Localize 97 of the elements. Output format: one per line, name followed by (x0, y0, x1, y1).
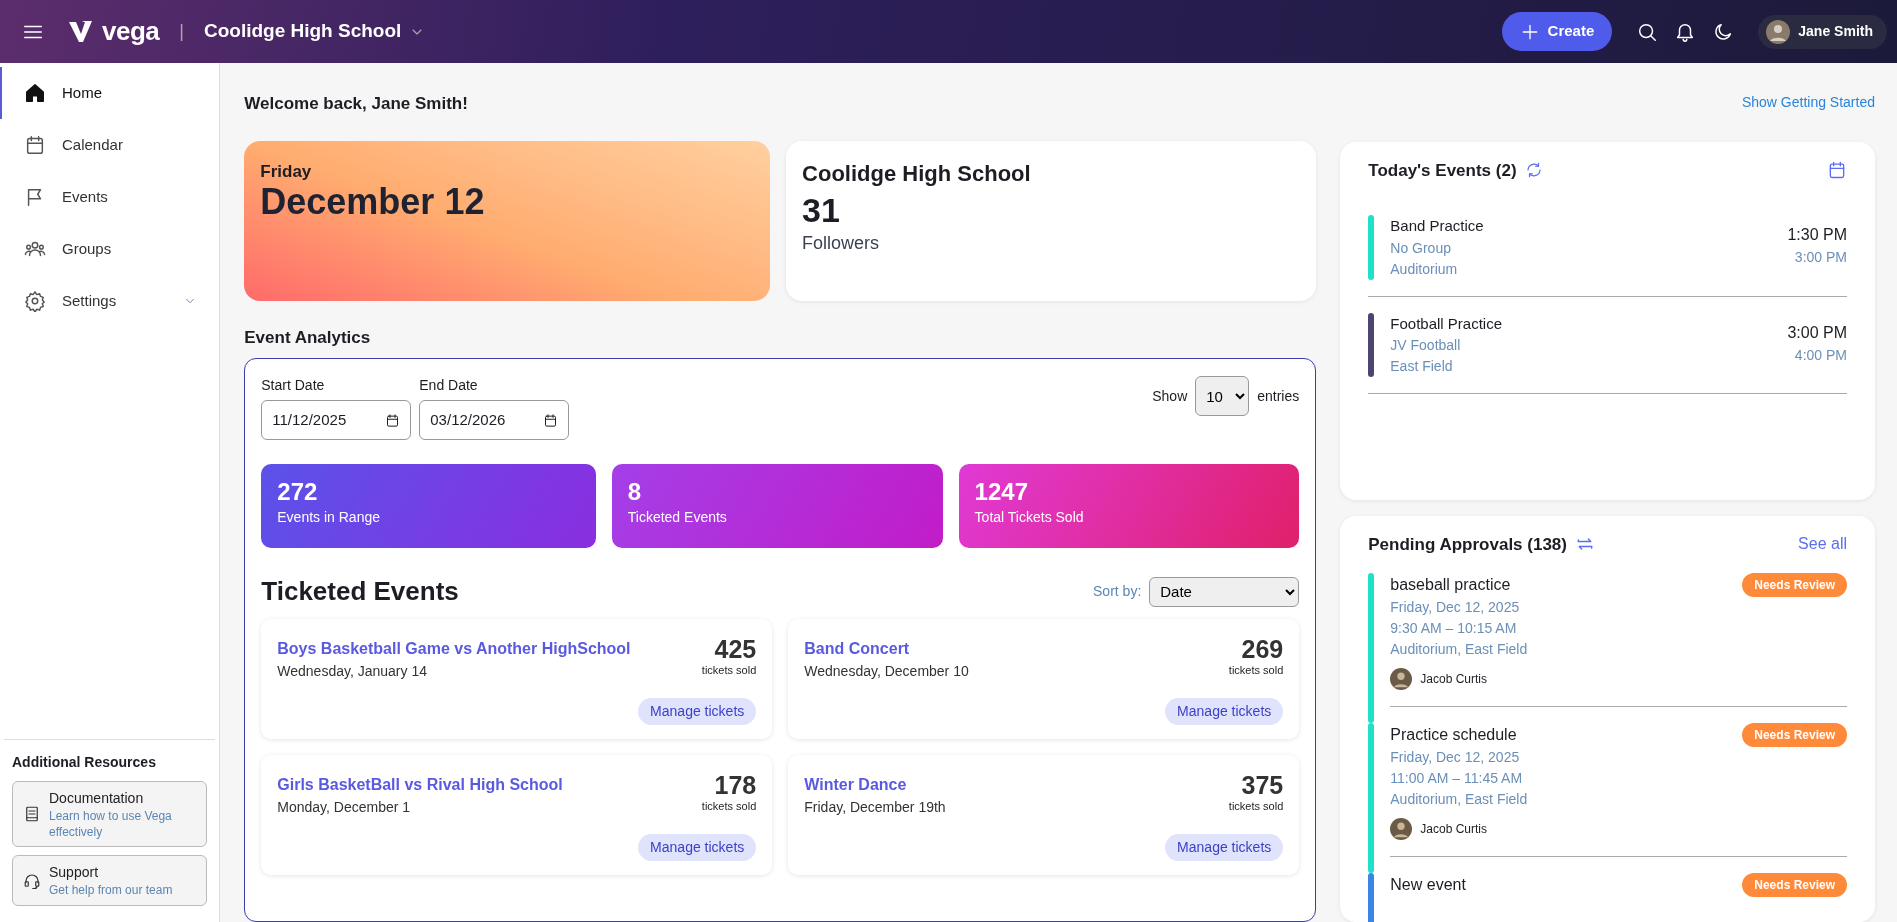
manage-tickets-button[interactable]: Manage tickets (1165, 834, 1284, 861)
approval-date: Friday, Dec 12, 2025 (1390, 598, 1521, 618)
follower-label: Followers (802, 232, 881, 256)
ticket-count: 269 (1240, 637, 1284, 662)
follower-count: 31 (802, 189, 841, 231)
create-button[interactable]: Create (1501, 12, 1613, 51)
sort-label: Sort by: (1093, 582, 1142, 601)
event-location: Auditorium (1390, 259, 1459, 279)
ticket-count: 425 (713, 637, 757, 662)
status-badge: Needs Review (1742, 723, 1847, 748)
event-title-link[interactable]: Band Concert (804, 640, 910, 657)
card-heading: Pending Approvals (138) (1368, 533, 1567, 556)
approval-location: Auditorium, East Field (1390, 790, 1529, 810)
manage-tickets-button[interactable]: Manage tickets (638, 698, 757, 725)
event-date: Monday, December 1 (277, 798, 412, 817)
avatar (1390, 668, 1413, 691)
manage-tickets-button[interactable]: Manage tickets (1165, 698, 1284, 725)
settings-icon (24, 290, 46, 312)
separator: | (179, 20, 184, 43)
event-group: JV Football (1390, 335, 1772, 356)
event-title-link[interactable]: Girls BasketBall vs Rival High School (277, 776, 563, 793)
avatar (1390, 818, 1413, 841)
approval-title: New event (1390, 875, 1467, 896)
event-title: Band Practice (1390, 216, 1485, 236)
event-date: Wednesday, January 14 (277, 662, 428, 681)
approval-time: 11:00 AM – 11:45 AM (1390, 769, 1524, 789)
event-date: Wednesday, December 10 (804, 662, 969, 681)
sidebar-item[interactable]: Home (0, 67, 220, 119)
stat-label: Events in Range (277, 507, 381, 527)
school-switcher[interactable]: Coolidge High School (203, 17, 426, 46)
start-time: 3:00 PM (1787, 322, 1847, 343)
calendar-icon (385, 412, 401, 428)
ticket-count-label: tickets sold (1228, 799, 1284, 814)
user-menu[interactable]: Jane Smith (1758, 14, 1887, 49)
logo-icon (68, 19, 94, 44)
ticket-count-label: tickets sold (701, 663, 757, 678)
resource-link[interactable]: Support Get help from our team (12, 855, 208, 906)
resource-link[interactable]: Documentation Learn how to use Vega effectively (12, 781, 208, 848)
field-label: End Date (419, 376, 479, 395)
brand-name: vega (102, 15, 160, 48)
event-group: No Group (1390, 237, 1772, 259)
book-icon (23, 805, 41, 824)
status-badge: Needs Review (1742, 873, 1847, 898)
sidebar-item[interactable]: Settings (0, 275, 220, 327)
status-badge: Needs Review (1742, 573, 1847, 598)
manage-tickets-button[interactable]: Manage tickets (638, 834, 757, 861)
date-heading: December 12 (260, 184, 486, 220)
calendar-icon[interactable] (1827, 160, 1847, 181)
ticket-count-label: tickets sold (1228, 663, 1284, 678)
home-icon (24, 82, 46, 104)
end-time: 3:00 PM (1793, 248, 1847, 267)
stat-value: 272 (277, 478, 319, 507)
approval-time: 9:30 AM – 10:15 AM (1390, 619, 1518, 639)
section-heading: Ticketed Events (261, 575, 460, 608)
ticket-count: 375 (1240, 773, 1284, 798)
avatar (1766, 19, 1791, 44)
event-title: Football Practice (1390, 313, 1503, 334)
event-title-link[interactable]: Winter Dance (804, 776, 907, 793)
section-heading: Event Analytics (244, 326, 372, 349)
ticket-count-label: tickets sold (701, 799, 757, 814)
calendar-icon (543, 412, 559, 428)
approval-title: baseball practice (1390, 575, 1512, 596)
event-date: Friday, December 19th (804, 798, 946, 817)
requester-name: Jacob Curtis (1420, 671, 1487, 689)
stat-value: 1247 (974, 478, 1029, 507)
sidebar-item[interactable]: Calendar (0, 119, 220, 171)
show-label: Show (1152, 386, 1188, 406)
calendar-icon (24, 134, 46, 156)
date-field[interactable]: 11/12/2025 (261, 400, 412, 440)
requester-name: Jacob Curtis (1420, 821, 1487, 839)
card-heading: Today's Events (2) (1368, 159, 1517, 182)
date-field[interactable]: 03/12/2026 (419, 400, 570, 440)
start-time: 1:30 PM (1787, 225, 1847, 245)
approval-date: Friday, Dec 12, 2025 (1390, 748, 1521, 768)
event-title-link[interactable]: Boys Basketball Game vs Another HighSchool (277, 640, 631, 657)
ticket-count: 178 (713, 773, 757, 798)
show-getting-started-link[interactable]: Show Getting Started (1741, 94, 1875, 110)
stat-value: 8 (627, 478, 643, 507)
headset-icon (23, 871, 41, 890)
approval-title: Practice schedule (1390, 725, 1518, 746)
sort-select[interactable]: Date (1149, 576, 1300, 607)
welcome-heading: Welcome back, Jane Smith! (244, 93, 469, 115)
approval-location: Auditorium, East Field (1390, 640, 1529, 660)
field-label: Start Date (261, 376, 326, 395)
entries-select[interactable]: 10 (1195, 376, 1250, 416)
stat-label: Ticketed Events (627, 507, 728, 527)
sidebar-item[interactable]: Groups (0, 223, 220, 275)
weekday: Friday (260, 160, 313, 183)
resources-heading: Additional Resources (12, 753, 157, 773)
event-location: East Field (1390, 357, 1454, 376)
school-name: Coolidge High School (802, 159, 1032, 188)
see-all-link[interactable]: See all (1798, 532, 1847, 557)
sidebar-item[interactable]: Events (0, 171, 220, 223)
entries-label: entries (1257, 386, 1300, 406)
stat-label: Total Tickets Sold (974, 507, 1085, 527)
refresh-icon[interactable] (1524, 161, 1543, 180)
end-time: 4:00 PM (1793, 345, 1847, 365)
